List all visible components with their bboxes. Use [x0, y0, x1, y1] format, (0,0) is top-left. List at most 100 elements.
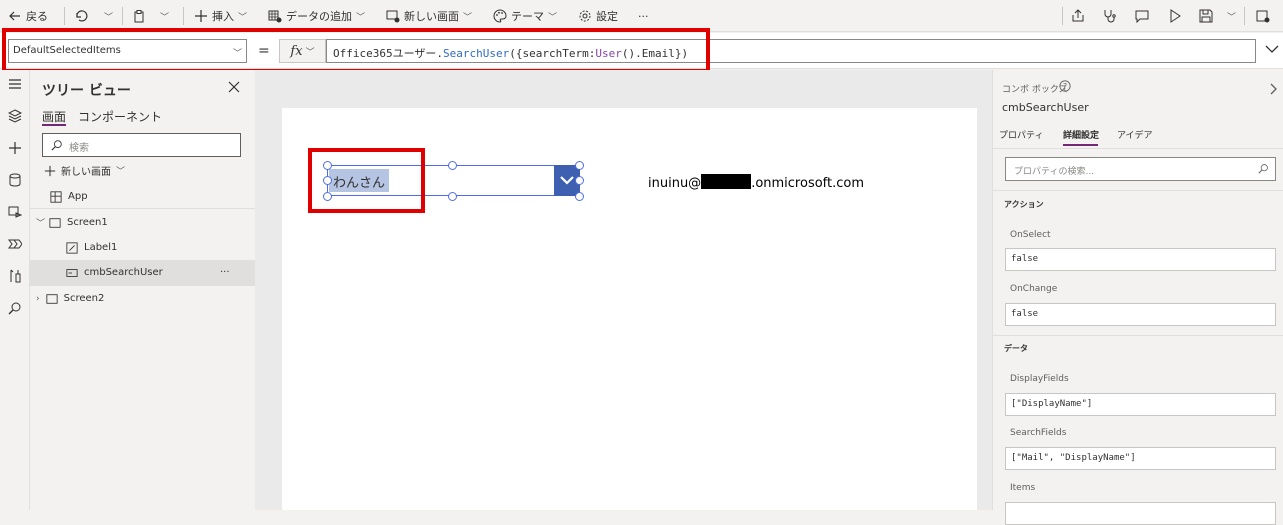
hamburger-icon	[9, 79, 21, 89]
svg-text:?: ?	[1063, 82, 1067, 91]
flow-icon	[8, 239, 22, 249]
save-dropdown[interactable]: ﹀	[1227, 0, 1236, 32]
chevron-down-icon: ﹀	[116, 167, 126, 177]
combo-selected-item[interactable]: わんさん	[329, 169, 390, 192]
insert-rail-button[interactable]	[3, 136, 27, 160]
items-input[interactable]	[1005, 502, 1276, 525]
equals-sign: =	[258, 43, 270, 59]
insert-button[interactable]: 挿入 ﹀	[194, 0, 247, 32]
divider	[30, 208, 255, 209]
save-button[interactable]	[1199, 0, 1213, 32]
searchfields-input[interactable]: ["Mail", "DisplayName"]	[1005, 447, 1276, 470]
app-checker-button[interactable]	[1102, 0, 1116, 32]
tree-item-screen2[interactable]: › Screen2	[30, 286, 255, 311]
left-rail	[0, 70, 30, 510]
resize-handle[interactable]	[575, 192, 584, 201]
searchfields-label: SearchFields	[1010, 428, 1067, 438]
tab-screens[interactable]: 画面	[42, 108, 66, 125]
resize-handle[interactable]	[323, 176, 332, 185]
tree-item-label1[interactable]: Label1	[30, 235, 255, 260]
resize-handle[interactable]	[575, 161, 584, 170]
redaction-mask	[701, 174, 752, 189]
resize-handle[interactable]	[575, 176, 584, 185]
database-table-icon	[268, 10, 282, 23]
displayfields-label: DisplayFields	[1010, 374, 1069, 384]
theme-button[interactable]: テーマ ﹀	[493, 0, 557, 32]
onchange-input[interactable]: false	[1005, 303, 1276, 326]
tab-ideas[interactable]: アイデア	[1117, 128, 1153, 141]
advanced-tools-rail-button[interactable]	[3, 264, 27, 288]
chevron-right-icon[interactable]	[1267, 82, 1279, 96]
properties-panel: コンボ ボックス ? cmbSearchUser プロパティ 詳細設定 アイデア…	[992, 70, 1283, 525]
resize-handle[interactable]	[448, 161, 457, 170]
tree-item-screen1[interactable]: ﹀ Screen1	[30, 210, 255, 235]
function-button[interactable]: fx ﹀	[279, 39, 326, 63]
tree-search-input[interactable]: 検索	[42, 133, 241, 157]
close-icon[interactable]	[227, 80, 241, 94]
tab-advanced[interactable]: 詳細設定	[1063, 128, 1099, 141]
media-rail-button[interactable]	[3, 200, 27, 224]
panel-title: ツリー ビュー	[42, 83, 131, 99]
formula-bar: DefaultSelectedItems ﹀ = fx ﹀ Office365ユ…	[0, 33, 1283, 69]
property-search-input[interactable]: プロパティの検索...	[1005, 157, 1276, 181]
more-button[interactable]: ···	[638, 0, 649, 32]
share-button[interactable]	[1071, 0, 1085, 32]
settings-button[interactable]: 設定	[578, 0, 618, 32]
undo-icon	[76, 10, 88, 22]
hamburger-button[interactable]	[3, 72, 27, 96]
section-action-title: アクション	[1004, 200, 1044, 209]
divider	[122, 7, 123, 25]
chevron-down-icon: ﹀	[36, 219, 46, 229]
share-icon	[1072, 9, 1084, 22]
new-screen-button[interactable]: 新しい画面 ﹀	[386, 0, 472, 32]
displayfields-input[interactable]: ["DisplayName"]	[1005, 393, 1276, 416]
property-dropdown[interactable]: DefaultSelectedItems ﹀	[8, 39, 247, 63]
plus-icon	[44, 165, 56, 176]
plus-icon	[9, 142, 21, 154]
resize-handle[interactable]	[323, 192, 332, 201]
resize-handle[interactable]	[448, 192, 457, 201]
undo-dropdown[interactable]: ﹀	[104, 0, 113, 32]
divider	[993, 148, 1283, 149]
comments-button[interactable]	[1135, 0, 1149, 32]
back-button[interactable]: 戻る	[8, 0, 48, 32]
more-options-button[interactable]: ···	[220, 267, 230, 278]
add-data-button[interactable]: データの追加 ﹀	[268, 0, 365, 32]
undo-button[interactable]	[74, 0, 88, 32]
formula-input[interactable]: Office365ユーザー.SearchUser({searchTerm:Use…	[326, 39, 1256, 63]
section-data-title: データ	[1004, 344, 1028, 353]
data-rail-button[interactable]	[3, 168, 27, 192]
media-icon	[8, 206, 22, 218]
preview-button[interactable]	[1168, 0, 1182, 32]
tree-item-cmbsearchuser[interactable]: cmbSearchUser ···	[30, 260, 255, 285]
new-screen-link[interactable]: 新しい画面 ﹀	[44, 163, 125, 178]
active-tab-indicator	[42, 124, 66, 126]
tree-view-button[interactable]	[3, 104, 27, 128]
tree-view-panel: ツリー ビュー 画面 コンポーネント 検索 新しい画面 ﹀ App ﹀ Scre…	[30, 70, 255, 510]
paste-button[interactable]	[132, 0, 146, 32]
combobox-icon	[66, 268, 78, 277]
tree-item-app[interactable]: App	[30, 184, 255, 209]
divider	[64, 7, 65, 25]
publish-button[interactable]	[1256, 0, 1270, 32]
layers-icon	[8, 109, 22, 123]
database-icon	[9, 173, 21, 187]
help-icon[interactable]: ?	[1059, 80, 1071, 92]
play-icon	[1170, 9, 1181, 23]
expand-formula-icon[interactable]	[1264, 41, 1280, 57]
publish-icon	[1256, 10, 1270, 23]
paste-dropdown[interactable]: ﹀	[160, 0, 169, 32]
power-automate-rail-button[interactable]	[3, 232, 27, 256]
onselect-input[interactable]: false	[1005, 248, 1276, 271]
tab-components[interactable]: コンポーネント	[78, 108, 162, 125]
palette-icon	[493, 9, 507, 23]
tab-properties[interactable]: プロパティ	[999, 128, 1043, 141]
email-label[interactable]: inuinu@ .onmicrosoft.com	[648, 174, 864, 191]
chevron-down-icon: ﹀	[104, 12, 114, 23]
chevron-down-icon: ﹀	[238, 12, 248, 23]
save-icon	[1199, 9, 1213, 23]
resize-handle[interactable]	[323, 161, 332, 170]
divider	[993, 335, 1283, 336]
search-rail-button[interactable]	[3, 296, 27, 320]
divider	[993, 190, 1283, 191]
